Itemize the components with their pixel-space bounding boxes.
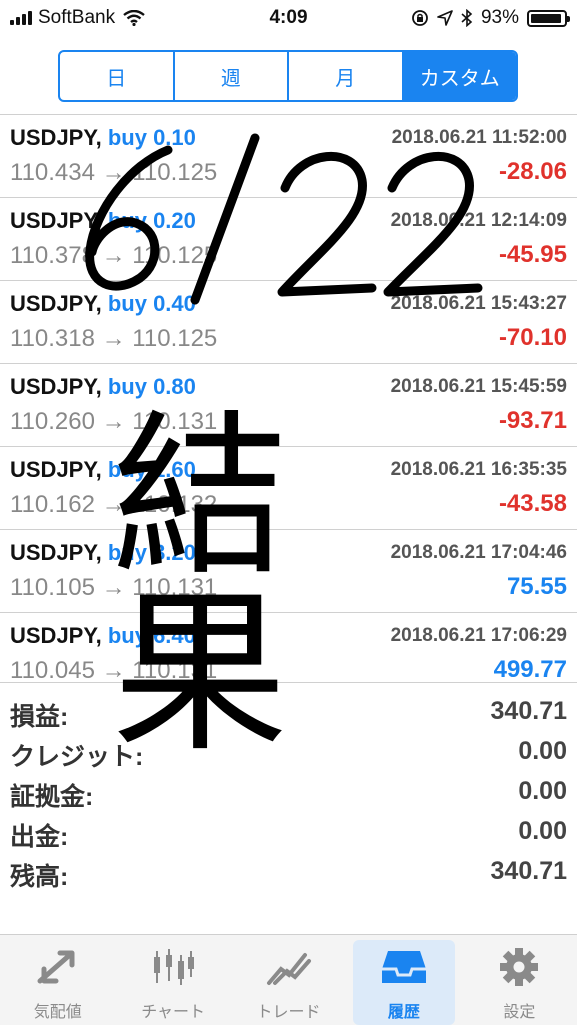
trade-time: 2018.06.21 16:35:35 xyxy=(390,459,567,480)
trade-side: buy 0.40 xyxy=(107,291,196,316)
trade-time: 2018.06.21 17:04:46 xyxy=(390,542,567,563)
gear-icon xyxy=(495,935,543,992)
summary-row: 残高: 340.71 xyxy=(0,853,577,893)
tab-gear[interactable]: 設定 xyxy=(462,935,577,1025)
tab-label: トレード xyxy=(256,1004,321,1021)
trade-row[interactable]: USDJPY, buy 0.20 2018.06.21 12:14:09 110.3… xyxy=(0,197,577,280)
trade-symbol-text: USDJPY, xyxy=(10,208,102,233)
trade-symbol-text: USDJPY, xyxy=(10,291,102,316)
trade-time: 2018.06.21 12:14:09 xyxy=(390,210,567,231)
trade-symbol: USDJPY, buy 6.40 xyxy=(10,623,196,649)
trade-symbol: USDJPY, buy 0.80 xyxy=(10,374,196,400)
trade-prices: 110.162 → 110.132 xyxy=(10,491,218,518)
battery-percent: 93% xyxy=(480,7,519,28)
trade-profit: 75.55 xyxy=(506,573,567,600)
trade-symbol: USDJPY, buy 0.20 xyxy=(10,208,196,234)
bottom-tab-bar: 気配値 チャート トレード 履歴 設定 xyxy=(0,934,577,1025)
summary-label: クレジット: xyxy=(10,743,144,771)
summary-value: 340.71 xyxy=(490,697,567,725)
summary-row: クレジット: 0.00 xyxy=(0,733,577,773)
period-segmented-control: 日週月カスタム xyxy=(58,50,518,102)
summary-label: 損益: xyxy=(10,703,69,731)
summary-label: 出金: xyxy=(10,823,69,851)
trade-profit: -93.71 xyxy=(498,407,567,434)
tab-label: 設定 xyxy=(503,1004,536,1021)
trade-row[interactable]: USDJPY, buy 0.10 2018.06.21 11:52:00 110.4… xyxy=(0,114,577,197)
summary-value: 0.00 xyxy=(518,737,567,765)
trade-prices: 110.378 → 110.125 xyxy=(10,242,218,269)
trade-side: buy 0.20 xyxy=(107,208,196,233)
summary-value: 0.00 xyxy=(518,777,567,805)
period-tab[interactable]: 週 xyxy=(172,52,288,100)
tab-history-inbox[interactable]: 履歴 xyxy=(346,935,461,1025)
trade-side: buy 0.80 xyxy=(107,374,196,399)
summary-row: 証拠金: 0.00 xyxy=(0,773,577,813)
summary-row: 出金: 0.00 xyxy=(0,813,577,853)
trade-symbol-text: USDJPY, xyxy=(10,457,102,482)
trade-side: buy 1.60 xyxy=(107,457,196,482)
battery-icon xyxy=(527,9,570,27)
trade-profit: -45.95 xyxy=(498,241,567,268)
trade-prices: 110.045 → 110.131 xyxy=(10,657,218,684)
bluetooth-icon xyxy=(461,9,473,27)
trade-prices: 110.105 → 110.131 xyxy=(10,574,218,601)
tab-label: チャート xyxy=(141,1004,206,1021)
trade-symbol-text: USDJPY, xyxy=(10,125,102,150)
trade-profit: -43.58 xyxy=(498,490,567,517)
trade-prices: 110.260 → 110.131 xyxy=(10,408,218,435)
trade-side: buy 3.20 xyxy=(107,540,196,565)
rotation-lock-icon xyxy=(412,10,428,26)
summary-label: 残高: xyxy=(10,863,69,891)
trade-row[interactable]: USDJPY, buy 0.80 2018.06.21 15:45:59 110.2… xyxy=(0,363,577,446)
trade-symbol-text: USDJPY, xyxy=(10,374,102,399)
trade-symbol: USDJPY, buy 3.20 xyxy=(10,540,196,566)
trade-symbol-text: USDJPY, xyxy=(10,623,102,648)
status-right: 93% xyxy=(411,7,570,29)
period-tab[interactable]: 日 xyxy=(60,52,173,100)
trade-profit: 499.77 xyxy=(493,656,567,683)
trade-symbol: USDJPY, buy 0.10 xyxy=(10,125,196,151)
tab-candlestick-chart[interactable]: チャート xyxy=(115,935,230,1025)
tab-quotes-arrows[interactable]: 気配値 xyxy=(0,935,115,1025)
trade-side: buy 0.10 xyxy=(107,125,196,150)
trade-symbol: USDJPY, buy 1.60 xyxy=(10,457,196,483)
candlestick-chart-icon xyxy=(149,935,197,992)
summary-value: 0.00 xyxy=(518,817,567,845)
trade-profit: -28.06 xyxy=(498,158,567,185)
trade-symbol-text: USDJPY, xyxy=(10,540,102,565)
trade-symbol: USDJPY, buy 0.40 xyxy=(10,291,196,317)
trade-time: 2018.06.21 11:52:00 xyxy=(391,127,567,148)
trade-time: 2018.06.21 15:43:27 xyxy=(390,293,567,314)
trade-side: buy 6.40 xyxy=(107,623,196,648)
summary-label: 証拠金: xyxy=(10,783,94,811)
trade-prices: 110.318 → 110.125 xyxy=(10,325,218,352)
trade-chart-icon xyxy=(265,935,313,992)
summary-value: 340.71 xyxy=(490,857,567,885)
trade-row[interactable]: USDJPY, buy 3.20 2018.06.21 17:04:46 110.1… xyxy=(0,529,577,612)
trade-history-list: USDJPY, buy 0.10 2018.06.21 11:52:00 110.4… xyxy=(0,114,577,695)
period-tab[interactable]: 月 xyxy=(287,52,402,100)
trade-row[interactable]: USDJPY, buy 1.60 2018.06.21 16:35:35 110.1… xyxy=(0,446,577,529)
history-inbox-icon xyxy=(380,935,428,992)
trade-time: 2018.06.21 15:45:59 xyxy=(390,376,567,397)
quotes-arrows-icon xyxy=(34,935,82,992)
account-summary: 損益: 340.71 クレジット: 0.00 証拠金: 0.00 出金: 0.00 残高: 340… xyxy=(0,682,577,893)
tab-label: 気配値 xyxy=(33,1004,82,1021)
trade-prices: 110.434 → 110.125 xyxy=(10,159,218,186)
location-arrow-icon xyxy=(437,10,453,26)
period-tab[interactable]: カスタム xyxy=(401,52,516,100)
battery-level xyxy=(531,13,561,23)
tab-trade-chart[interactable]: トレード xyxy=(231,935,346,1025)
summary-row: 損益: 340.71 xyxy=(0,693,577,733)
tab-label: 履歴 xyxy=(387,1004,420,1021)
status-bar: SoftBank 4:09 93% xyxy=(0,0,577,38)
trade-row[interactable]: USDJPY, buy 0.40 2018.06.21 15:43:27 110.3… xyxy=(0,280,577,363)
trade-time: 2018.06.21 17:06:29 xyxy=(390,625,567,646)
trade-profit: -70.10 xyxy=(498,324,567,351)
